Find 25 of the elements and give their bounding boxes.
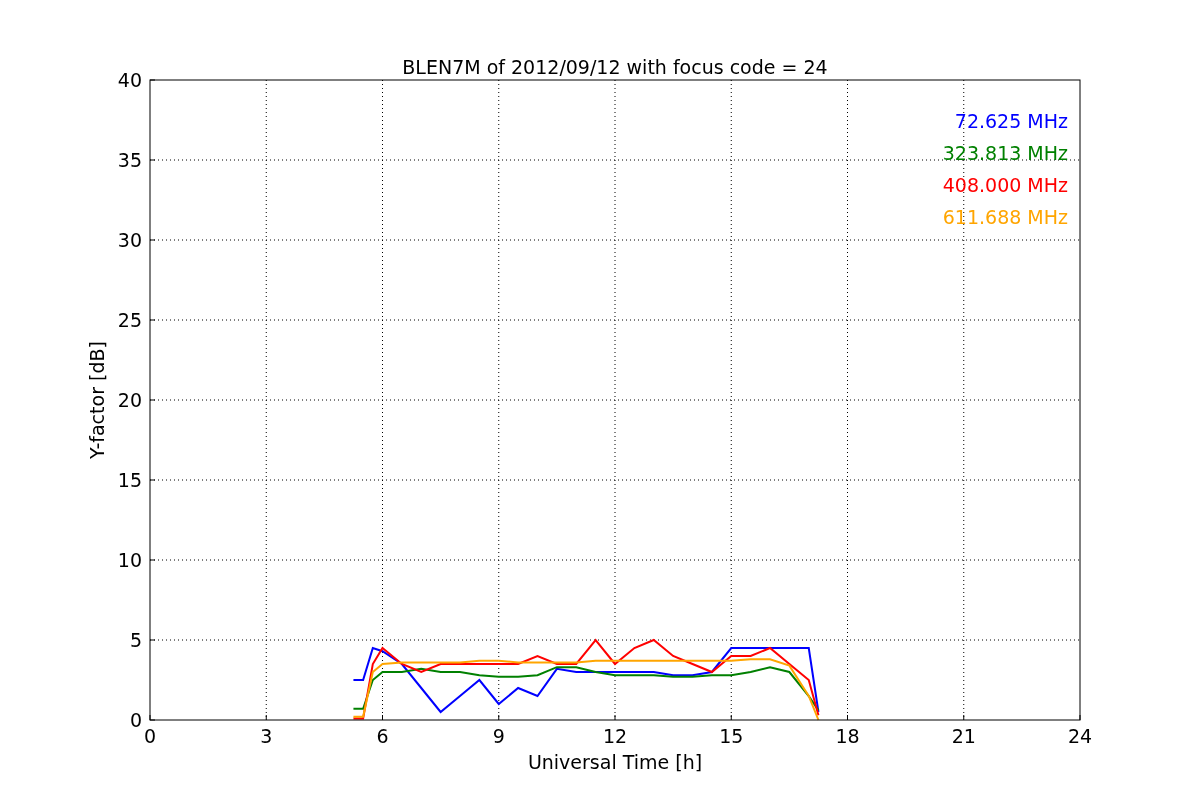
- y-tick-label: 5: [129, 629, 142, 651]
- x-tick-label: 15: [719, 725, 744, 747]
- y-tick-label: 35: [117, 149, 142, 171]
- y-tick-label: 15: [117, 469, 142, 491]
- legend-label: 72.625 MHz: [954, 110, 1068, 132]
- legend-label: 408.000 MHz: [942, 174, 1068, 196]
- x-tick-label: 3: [260, 725, 273, 747]
- x-axis-label: Universal Time [h]: [527, 751, 703, 773]
- x-tick-label: 9: [492, 725, 505, 747]
- y-axis-label: Y-factor [dB]: [86, 341, 108, 459]
- chart-title: BLEN7M of 2012/09/12 with focus code = 24: [402, 56, 828, 78]
- x-tick-label: 0: [143, 725, 157, 747]
- y-tick-label: 20: [117, 389, 142, 411]
- x-tick-label: 24: [1067, 725, 1093, 747]
- x-tick-label: 21: [951, 725, 976, 747]
- x-tick-label: 6: [376, 725, 389, 747]
- y-tick-label: 30: [117, 229, 142, 251]
- y-tick-label: 10: [117, 549, 142, 571]
- y-tick-label: 0: [129, 709, 142, 731]
- legend-label: 611.688 MHz: [942, 206, 1068, 228]
- x-tick-label: 18: [835, 725, 860, 747]
- x-tick-label: 12: [602, 725, 628, 747]
- y-tick-label: 25: [117, 309, 142, 331]
- y-tick-label: 40: [117, 69, 142, 91]
- legend-label: 323.813 MHz: [942, 142, 1068, 164]
